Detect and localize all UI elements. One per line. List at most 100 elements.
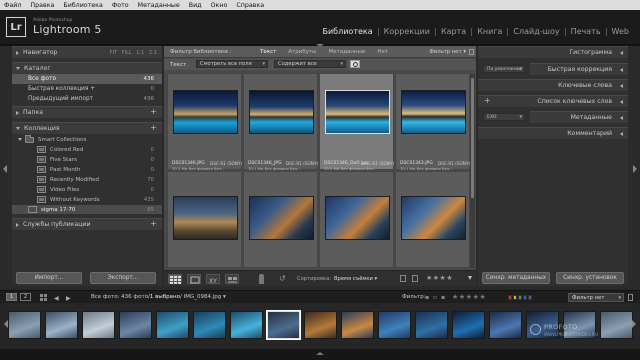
survey-view-icon[interactable] bbox=[225, 274, 239, 284]
navigator-zoom-options[interactable]: FIT FILL 1:1 2:1 bbox=[110, 50, 157, 56]
grid-cell[interactable] bbox=[319, 171, 394, 268]
filmstrip-thumbnail[interactable] bbox=[193, 311, 226, 339]
photo-thumbnail[interactable] bbox=[173, 196, 238, 240]
lock-icon[interactable] bbox=[469, 49, 474, 55]
export-button[interactable]: Экспорт... bbox=[90, 272, 156, 284]
rotate-icon[interactable]: ↺ bbox=[279, 274, 286, 283]
grid-cell[interactable] bbox=[243, 171, 318, 268]
collection-item[interactable]: Past Month 0 bbox=[12, 165, 162, 174]
collection-item[interactable]: Colored Red 0 bbox=[12, 145, 162, 154]
scrollbar-thumb[interactable] bbox=[471, 78, 474, 198]
menu-view[interactable]: Вид bbox=[189, 2, 202, 9]
filter-tab-none[interactable]: Нет bbox=[371, 49, 394, 55]
navigator-header[interactable]: Навигатор FIT FILL 1:1 2:1 bbox=[12, 46, 162, 58]
module-print[interactable]: Печать bbox=[564, 28, 606, 36]
add-collection-icon[interactable]: + bbox=[150, 123, 157, 132]
keyword-list-header[interactable]: + Список ключевых слов bbox=[478, 95, 628, 107]
flag-icon[interactable] bbox=[400, 275, 406, 282]
add-folder-icon[interactable]: + bbox=[150, 107, 157, 116]
rating-stars[interactable]: ★★★★ bbox=[426, 274, 453, 282]
main-window-button[interactable]: 1 bbox=[6, 293, 17, 301]
catalog-header[interactable]: Каталог bbox=[12, 62, 162, 74]
filmstrip-thumbnail[interactable] bbox=[452, 311, 485, 339]
filmstrip-filter-dropdown[interactable]: Фильтр нет bbox=[568, 293, 624, 302]
add-publish-service-icon[interactable]: + bbox=[150, 219, 157, 228]
menu-file[interactable]: Файл bbox=[4, 2, 21, 9]
folders-header[interactable]: Папка + bbox=[12, 106, 162, 118]
metadata-header[interactable]: Метаданные bbox=[530, 111, 628, 123]
publish-services-header[interactable]: Службы публикации + bbox=[12, 218, 162, 230]
filmstrip-thumbnail[interactable] bbox=[304, 311, 337, 339]
filter-tab-text[interactable]: Текст bbox=[254, 49, 282, 55]
toolbar-options-icon[interactable] bbox=[468, 276, 472, 280]
filmstrip-thumbnail[interactable] bbox=[45, 311, 78, 339]
module-slideshow[interactable]: Слайд-шоу bbox=[507, 28, 564, 36]
compare-view-icon[interactable]: XY bbox=[206, 274, 220, 284]
filmstrip-thumbnail[interactable] bbox=[82, 311, 115, 339]
sort-dropdown[interactable]: Время съёмки ▾ bbox=[334, 276, 377, 282]
filmstrip-thumbnail[interactable] bbox=[156, 311, 189, 339]
collection-item[interactable]: Video Files 0 bbox=[12, 185, 162, 194]
menu-photo[interactable]: Фото bbox=[112, 2, 129, 9]
red-label-icon[interactable] bbox=[508, 295, 512, 300]
color-label-filter[interactable] bbox=[508, 295, 533, 300]
reject-flag-icon[interactable] bbox=[412, 275, 418, 282]
module-web[interactable]: Web bbox=[605, 28, 634, 36]
photo-thumbnail[interactable] bbox=[401, 90, 466, 134]
forward-arrow-icon[interactable]: ▶ bbox=[66, 295, 71, 302]
filmstrip-thumbnail[interactable] bbox=[8, 311, 41, 339]
grid-cell[interactable]: DSC01346_JPG 70.1 Мп Без флажка Без... D… bbox=[243, 73, 318, 171]
grid-cell[interactable]: DSC01343.JPG 70.1 Мп Без флажка Без... D… bbox=[395, 73, 470, 171]
grid-view-icon[interactable] bbox=[168, 274, 182, 284]
loupe-view-icon[interactable] bbox=[187, 274, 201, 284]
back-arrow-icon[interactable]: ◀ bbox=[54, 295, 59, 302]
collection-set-smart[interactable]: Smart Collections bbox=[12, 134, 162, 144]
grid-cell[interactable] bbox=[395, 171, 470, 268]
metadata-preset-dropdown[interactable]: EXIF bbox=[483, 113, 525, 121]
rating-filter-stars[interactable]: ★★★★★ bbox=[452, 293, 486, 301]
keywording-header[interactable]: Ключевые слова bbox=[478, 79, 628, 91]
add-keyword-icon[interactable]: + bbox=[484, 96, 491, 105]
search-icon[interactable] bbox=[350, 60, 360, 68]
module-book[interactable]: Книга bbox=[471, 28, 507, 36]
comments-header[interactable]: Комментарий bbox=[478, 127, 628, 139]
filter-tab-metadata[interactable]: Метаданные bbox=[323, 49, 372, 55]
filmstrip-left-arrow-icon[interactable] bbox=[4, 320, 8, 328]
search-rule-dropdown[interactable]: Содержит все bbox=[274, 60, 346, 68]
search-field-dropdown[interactable]: Смотреть все поля bbox=[196, 60, 268, 68]
grid-cell[interactable]: DSC01346.JPG 70.1 Мп Без флажка Без... D… bbox=[167, 73, 242, 171]
purple-label-icon[interactable] bbox=[528, 295, 532, 300]
histogram-header[interactable]: Гистограмма bbox=[478, 46, 628, 58]
grid-scrollbar[interactable] bbox=[470, 74, 475, 268]
filter-tab-attributes[interactable]: Атрибуты bbox=[282, 49, 322, 55]
green-label-icon[interactable] bbox=[518, 295, 522, 300]
filter-preset-dropdown[interactable]: Фильтр нет ▾ bbox=[429, 49, 466, 55]
filmstrip-thumbnail[interactable] bbox=[378, 311, 411, 339]
photo-thumbnail[interactable] bbox=[325, 196, 390, 240]
filmstrip-source-info[interactable]: Все фото: 436 фото/1 выбрано/ IMG_0984.j… bbox=[91, 294, 226, 300]
filmstrip-thumbnail[interactable] bbox=[266, 310, 301, 340]
sync-settings-button[interactable]: Синхр. установок bbox=[556, 272, 624, 284]
catalog-item-previous-import[interactable]: Предыдущий импорт 436 bbox=[12, 94, 162, 104]
catalog-item-all-photos[interactable]: Все фото 436 bbox=[12, 74, 162, 84]
module-library[interactable]: Библиотека bbox=[317, 28, 377, 36]
module-map[interactable]: Карта bbox=[434, 28, 471, 36]
saved-preset-dropdown[interactable]: По умолчанию bbox=[483, 65, 525, 73]
catalog-item-quick-collection[interactable]: Быстрая коллекция + 0 bbox=[12, 84, 162, 94]
flag-filter-icon[interactable]: ▪ ▫ ▪ bbox=[425, 294, 446, 301]
menu-help[interactable]: Справка bbox=[236, 2, 264, 9]
filmstrip-thumbnail[interactable] bbox=[341, 311, 374, 339]
photo-thumbnail[interactable] bbox=[401, 196, 466, 240]
grid-cell[interactable] bbox=[167, 171, 242, 268]
quick-develop-header[interactable]: Быстрая коррекция bbox=[530, 63, 628, 75]
collapse-right-arrow-icon[interactable] bbox=[633, 165, 637, 173]
photo-thumbnail[interactable] bbox=[249, 196, 314, 240]
collection-item[interactable]: Without Keywords 435 bbox=[12, 195, 162, 204]
menu-metadata[interactable]: Метаданные bbox=[138, 2, 180, 9]
filmstrip-thumbnail[interactable] bbox=[230, 311, 263, 339]
module-develop[interactable]: Коррекции bbox=[377, 28, 435, 36]
import-button[interactable]: Импорт... bbox=[16, 272, 82, 284]
painter-icon[interactable] bbox=[259, 274, 264, 284]
collection-item-selected[interactable]: sigma 17-70 85 bbox=[12, 205, 162, 214]
filmstrip-thumbnail[interactable] bbox=[119, 311, 152, 339]
